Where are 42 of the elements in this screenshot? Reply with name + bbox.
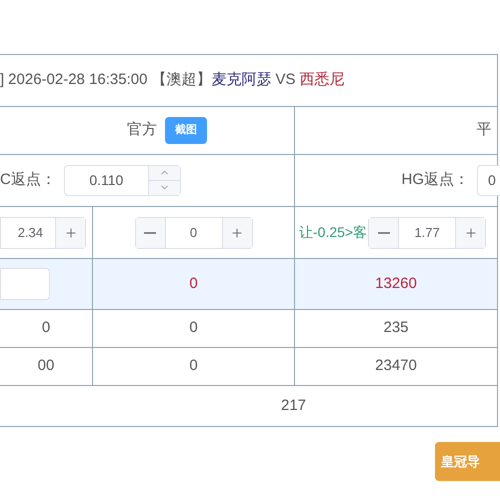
stepper-field[interactable]: 1.77: [368, 216, 486, 248]
plus-button[interactable]: [55, 218, 85, 248]
table-cell-text: 13260: [375, 274, 417, 294]
handicap-label: 让-0.25>客: [299, 223, 368, 242]
plus-button[interactable]: [222, 218, 252, 248]
rebate-value: 0: [488, 171, 496, 190]
minus-icon: [144, 232, 156, 234]
source-label: 官方: [127, 120, 157, 140]
table-cell-text: 0: [189, 356, 198, 376]
odds-value: 1.77: [413, 224, 441, 242]
rebate-value: 0.110: [88, 171, 124, 190]
rebate-label: C返点：: [0, 170, 56, 190]
plus-icon: [464, 226, 478, 240]
spinner-control[interactable]: [148, 166, 180, 195]
rebate-label: HG返点：: [402, 170, 469, 190]
table-cell-text: 00: [38, 356, 54, 376]
plus-icon: [64, 226, 78, 240]
minus-button[interactable]: [369, 218, 400, 248]
table-cell-text: 0: [189, 274, 198, 294]
total-value: 217: [280, 396, 306, 416]
odds-value: 0: [188, 224, 198, 242]
source-label: 平: [476, 120, 492, 140]
minus-button[interactable]: [136, 218, 166, 248]
table-cell-text: 0: [189, 318, 198, 338]
odds-value: 2.34: [16, 224, 44, 242]
minus-icon: [378, 232, 390, 234]
stepper-field[interactable]: 0: [134, 216, 252, 248]
bracket-text: ]: [0, 70, 4, 90]
odds-field[interactable]: 2.34: [0, 216, 86, 248]
rebate-field[interactable]: 0: [477, 165, 500, 196]
away-team: 西悉尼: [299, 70, 344, 90]
vs-text: VS: [275, 70, 296, 90]
plus-button[interactable]: [455, 218, 486, 248]
rebate-field[interactable]: 0.110: [64, 165, 181, 196]
amount-input[interactable]: [0, 268, 50, 300]
plus-icon: [230, 226, 244, 240]
table-cell-text: 0: [42, 318, 50, 338]
match-time: 2026-02-28 16:35:00: [8, 70, 148, 90]
league-name: 【澳超】: [151, 70, 212, 90]
table-cell-text: 23470: [375, 356, 417, 376]
home-team: 麦克阿瑟: [211, 70, 272, 90]
table-cell-text: 235: [383, 318, 409, 338]
